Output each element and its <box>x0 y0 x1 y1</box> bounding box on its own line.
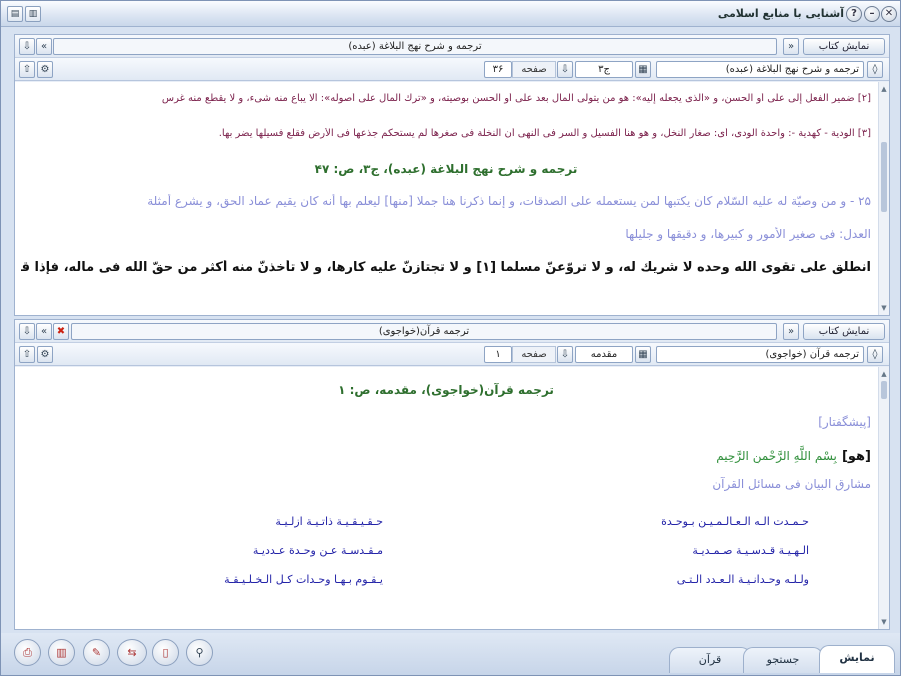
nav-down-icon[interactable]: ⇩ <box>19 323 35 340</box>
scrollbar-top[interactable]: ▲ ▼ <box>878 82 889 315</box>
basmala-line: [هو] بِسْمِ اللَّهِ الرَّحْمنِ الرَّحِيم… <box>21 445 871 464</box>
poem-verse-1-right: حـمـدت الـه الـعـالـمـيـن بـوحـدة <box>661 515 809 528</box>
close-icon[interactable]: ✕ <box>881 6 897 22</box>
eraser-icon[interactable]: ◊ <box>867 346 883 363</box>
toolbar-icon-1[interactable]: ▤ <box>7 6 23 22</box>
scroll-thumb[interactable] <box>881 381 887 399</box>
preface-label: [پيشگفتار] <box>818 415 871 429</box>
show-book-button[interactable]: نمایش کتاب <box>803 38 885 55</box>
page-number-input[interactable]: ۱ <box>484 346 512 363</box>
title-bar: ▤ ▥ آشنایی با منابع اسلامی ? – ✕ <box>1 1 900 27</box>
note-icon[interactable]: ▯ <box>152 639 179 666</box>
book-select[interactable]: ترجمه قرآن (خواجوى) <box>656 346 864 363</box>
page-heading: ترجمه و شرح نهج البلاغة (عبده)، ج۳، ص: ۴… <box>314 162 578 176</box>
poem-verse-2-right: الـهـيـة قـدسـيـة صـمـديـة <box>692 544 809 557</box>
nav-next-icon[interactable]: » <box>783 323 799 340</box>
poem-verse-2-left: مـقـدسـة عـن وحـدة عـدديـة <box>252 544 383 557</box>
title-icons: ▤ ▥ <box>7 6 41 22</box>
help-icon[interactable]: ? <box>846 6 862 22</box>
reader-pane-top: ⇩ « ترجمه و شرح نهج البلاغة (عبده) » نما… <box>14 34 890 316</box>
reader-pane-bottom: ⇩ « ✖ ترجمه قرآن(خواجوى) » نمایش کتاب ⇧ … <box>14 319 890 630</box>
paragraph-3: انطلق على تقوى اللّه وحده لا شريك له، و … <box>21 260 871 275</box>
scroll-down-icon[interactable]: ▼ <box>879 303 889 313</box>
up-arrow-icon[interactable]: ⇧ <box>19 61 35 78</box>
toolbar-icon-2[interactable]: ▥ <box>25 6 41 22</box>
nav-prev-icon[interactable]: « <box>36 38 52 55</box>
paragraph-2: العدل: فى صغير الأمور و كبيرها، و دقيقها… <box>625 227 871 241</box>
nav-prev-icon[interactable]: « <box>36 323 52 340</box>
book-title-field: ترجمه و شرح نهج البلاغة (عبده) <box>53 38 777 55</box>
books-icon[interactable]: ▥ <box>48 639 75 666</box>
poem-verse-3-right: ولـلـه وحـدانـيـة الـعـدد الـتـى <box>676 573 809 586</box>
basmala-text: بِسْمِ اللَّهِ الرَّحْمنِ الرَّحِيمِ <box>716 449 837 463</box>
tab-display[interactable]: نمایش <box>819 645 895 673</box>
text-content-bottom: ترجمه قرآن(خواجوى)، مقدمه، ص: ۱ [پيشگفتا… <box>15 367 879 629</box>
volume-input[interactable]: ج۳ <box>575 61 633 78</box>
pane-nav-bar: ⇧ ⚙ ۳۶ صفحه ⇩ ج۳ ▦ ترجمه و شرح نهج البلا… <box>15 58 889 81</box>
nav-down-icon[interactable]: ⇩ <box>19 38 35 55</box>
page-label: صفحه <box>512 61 556 78</box>
scrollbar-bottom[interactable]: ▲ ▼ <box>878 367 889 629</box>
poem-verse-3-left: يـقـوم بـهـا وحـدات كـل الـخـلـيـقـة <box>224 573 383 586</box>
pane-top-bar: ⇩ « ترجمه و شرح نهج البلاغة (عبده) » نما… <box>15 35 889 58</box>
subtitle: مشارق البيان فى مسائل القرآن <box>712 477 871 491</box>
book-title-field: ترجمه قرآن(خواجوى) <box>71 323 777 340</box>
settings-icon[interactable]: ⚙ <box>37 346 53 363</box>
bottom-toolbar: ⎙ ▥ ✎ ⇆ ▯ ⚲ قرآن جستجو نمایش <box>1 633 900 675</box>
window-title: آشنایی با منابع اسلامی <box>717 7 844 20</box>
book-select[interactable]: ترجمه و شرح نهج البلاغة (عبده) <box>656 61 864 78</box>
scroll-down-icon[interactable]: ▼ <box>879 617 889 627</box>
tab-search[interactable]: جستجو <box>743 647 823 673</box>
page-dropdown-icon[interactable]: ⇩ <box>557 61 573 78</box>
up-arrow-icon[interactable]: ⇧ <box>19 346 35 363</box>
page-dropdown-icon[interactable]: ⇩ <box>557 346 573 363</box>
tab-quran[interactable]: قرآن <box>669 647 751 673</box>
pane-nav-bar: ⇧ ⚙ ۱ صفحه ⇩ مقدمه ▦ ترجمه قرآن (خواجوى)… <box>15 343 889 366</box>
print-icon[interactable]: ⎙ <box>14 639 41 666</box>
basmala-prefix: [هو] <box>841 449 871 464</box>
scroll-up-icon[interactable]: ▲ <box>879 369 889 379</box>
scroll-up-icon[interactable]: ▲ <box>879 84 889 94</box>
scroll-thumb[interactable] <box>881 142 887 212</box>
page-label: صفحه <box>512 346 556 363</box>
paragraph-1: ۲۵ - و من وصيّة له عليه السّلام كان يكتب… <box>147 194 871 208</box>
compare-icon[interactable]: ⇆ <box>117 639 147 666</box>
eraser-icon[interactable]: ◊ <box>867 61 883 78</box>
pane-top-bar: ⇩ « ✖ ترجمه قرآن(خواجوى) » نمایش کتاب <box>15 320 889 343</box>
edit-icon[interactable]: ✎ <box>83 639 110 666</box>
page-heading: ترجمه قرآن(خواجوى)، مقدمه، ص: ۱ <box>338 383 554 397</box>
show-book-button[interactable]: نمایش کتاب <box>803 323 885 340</box>
minimize-icon[interactable]: – <box>864 6 880 22</box>
settings-icon[interactable]: ⚙ <box>37 61 53 78</box>
text-content-top: [۲] ضمیر الفعل إلى على أو الحسن، و «الّذ… <box>15 82 879 315</box>
volume-input[interactable]: مقدمه <box>575 346 633 363</box>
nav-next-icon[interactable]: » <box>783 38 799 55</box>
footnote-3: [۳] الودية - كهدية -: واحدة الودى، أى: ص… <box>218 128 871 139</box>
main-window: ▤ ▥ آشنایی با منابع اسلامی ? – ✕ ⇩ « ترج… <box>0 0 901 676</box>
page-number-input[interactable]: ۳۶ <box>484 61 512 78</box>
volume-icon[interactable]: ▦ <box>635 346 651 363</box>
volume-icon[interactable]: ▦ <box>635 61 651 78</box>
close-pane-icon[interactable]: ✖ <box>53 323 69 340</box>
search-icon[interactable]: ⚲ <box>186 639 213 666</box>
poem-verse-1-left: حـقـيـقـيـة ذاتـيـة ازلـيـة <box>275 515 383 528</box>
footnote-2: [۲] ضمیر الفعل إلى على أو الحسن، و «الّذ… <box>161 93 871 104</box>
